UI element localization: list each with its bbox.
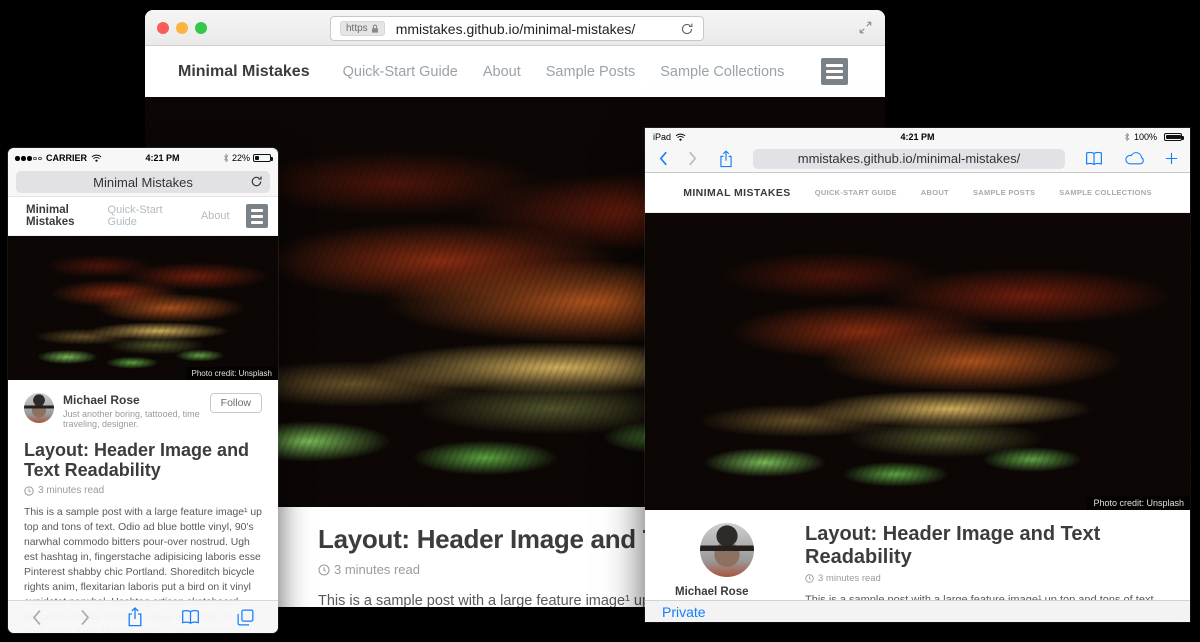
bookmarks-icon[interactable]	[1085, 151, 1103, 166]
battery-icon	[253, 154, 271, 162]
private-button[interactable]: Private	[662, 604, 706, 620]
desktop-site-nav: Minimal Mistakes Quick-Start Guide About…	[145, 46, 885, 97]
desktop-address-bar[interactable]: https mmistakes.github.io/minimal-mistak…	[330, 16, 704, 41]
post-title: Layout: Header Image and Text Readabilit…	[24, 440, 262, 480]
iphone-status-bar: CARRIER 4:21 PM 22%	[8, 148, 278, 168]
reload-icon[interactable]	[680, 22, 694, 36]
nav-link-quick-start-guide[interactable]: QUICK-START GUIDE	[815, 188, 897, 197]
author-row: Michael Rose Just another boring, tattoo…	[24, 393, 262, 429]
photo-credit-label: Photo credit: Unsplash	[1087, 496, 1190, 510]
iphone-bottom-toolbar	[8, 600, 278, 633]
site-brand-link[interactable]: Minimal Mistakes	[26, 204, 108, 228]
iphone-url-title: Minimal Mistakes	[93, 175, 193, 190]
post-paragraph: This is a sample post with a large featu…	[805, 592, 1162, 600]
private-browsing-bar: Private	[645, 600, 1190, 622]
clock-icon	[318, 564, 330, 576]
cell-signal-icon	[15, 153, 43, 163]
bluetooth-icon	[223, 153, 229, 163]
clock-icon	[805, 574, 814, 583]
nav-link-quick-start-guide[interactable]: Quick-Start Guide	[108, 204, 183, 228]
photo-credit-label: Photo credit: Unsplash	[186, 367, 279, 380]
nav-link-sample-posts[interactable]: SAMPLE POSTS	[973, 188, 1035, 197]
post-main-column: Layout: Header Image and Text Readabilit…	[805, 523, 1162, 600]
author-info: Michael Rose Just another boring, tattoo…	[63, 393, 210, 429]
hamburger-menu-button[interactable]	[246, 204, 268, 228]
header-leaves-image: Photo credit: Unsplash	[8, 236, 278, 380]
post-meta: 3 minutes read	[805, 573, 1162, 584]
forward-icon[interactable]	[80, 609, 90, 626]
clock-icon	[24, 486, 34, 496]
battery-percent: 100%	[1134, 132, 1157, 142]
share-icon[interactable]	[127, 607, 143, 627]
battery-percent: 22%	[232, 153, 250, 163]
nav-link-quick-start-guide[interactable]: Quick-Start Guide	[343, 64, 458, 80]
new-tab-icon[interactable]	[1165, 152, 1178, 165]
author-avatar	[24, 393, 54, 423]
read-time-label: 3 minutes read	[334, 562, 420, 577]
post-meta: 3 minutes read	[24, 485, 262, 496]
url-text: mmistakes.github.io/minimal-mistakes/	[798, 151, 1021, 166]
iphone-device: CARRIER 4:21 PM 22% Minimal Mistakes Min…	[8, 148, 278, 633]
author-avatar	[700, 523, 754, 577]
zoom-window-button[interactable]	[195, 22, 207, 34]
nav-link-about[interactable]: About	[483, 64, 521, 80]
author-name: Michael Rose	[63, 393, 210, 407]
status-time: 4:21 PM	[743, 132, 1092, 142]
read-time-label: 3 minutes read	[818, 573, 881, 584]
nav-link-sample-posts[interactable]: Sample Posts	[546, 64, 635, 80]
tabs-icon[interactable]	[237, 609, 254, 626]
nav-link-sample-collections[interactable]: SAMPLE COLLECTIONS	[1059, 188, 1152, 197]
ipad-site-nav: MINIMAL MISTAKES QUICK-START GUIDE ABOUT…	[645, 173, 1190, 213]
url-text: mmistakes.github.io/minimal-mistakes/	[396, 21, 636, 37]
back-icon[interactable]	[32, 609, 42, 626]
hamburger-menu-button[interactable]	[821, 58, 848, 85]
iphone-url-bar: Minimal Mistakes	[8, 168, 278, 196]
iphone-address-field[interactable]: Minimal Mistakes	[16, 171, 270, 193]
fullscreen-icon[interactable]	[859, 21, 872, 34]
icloud-tabs-icon[interactable]	[1125, 152, 1145, 165]
status-time: 4:21 PM	[102, 153, 223, 163]
back-icon[interactable]	[659, 151, 668, 166]
wifi-icon	[91, 154, 102, 162]
ipad-device: iPad 4:21 PM 100% mmistakes.github.io/mi…	[645, 128, 1190, 622]
ipad-post-content: Michael Rose Just another boring, tattoo…	[645, 510, 1190, 600]
bookmarks-icon[interactable]	[181, 609, 200, 625]
nav-link-about[interactable]: ABOUT	[921, 188, 949, 197]
follow-button[interactable]: Follow	[210, 393, 262, 413]
minimize-window-button[interactable]	[176, 22, 188, 34]
battery-icon	[1164, 133, 1182, 141]
desktop-nav-links: Quick-Start Guide About Sample Posts Sam…	[343, 64, 785, 80]
reload-icon[interactable]	[250, 175, 263, 188]
close-window-button[interactable]	[157, 22, 169, 34]
nav-link-sample-collections[interactable]: Sample Collections	[660, 64, 784, 80]
forward-icon[interactable]	[688, 151, 697, 166]
iphone-site-nav: Minimal Mistakes Quick-Start Guide About	[8, 196, 278, 236]
desktop-browser-chrome: https mmistakes.github.io/minimal-mistak…	[145, 10, 885, 46]
ipad-status-bar: iPad 4:21 PM 100%	[645, 128, 1190, 145]
author-sidebar: Michael Rose Just another boring, tattoo…	[675, 523, 779, 600]
composite-stage: https mmistakes.github.io/minimal-mistak…	[0, 0, 1200, 642]
nav-link-about[interactable]: About	[201, 210, 230, 222]
author-bio: Just another boring, tattooed, time trav…	[63, 409, 210, 429]
ipad-browser-toolbar: mmistakes.github.io/minimal-mistakes/	[645, 145, 1190, 173]
author-name: Michael Rose	[675, 586, 779, 598]
share-icon[interactable]	[719, 150, 733, 168]
site-brand-link[interactable]: MINIMAL MISTAKES	[683, 187, 791, 199]
site-brand-link[interactable]: Minimal Mistakes	[178, 63, 310, 81]
bluetooth-icon	[1124, 132, 1130, 142]
iphone-post-content: Michael Rose Just another boring, tattoo…	[8, 380, 278, 633]
ipad-address-field[interactable]: mmistakes.github.io/minimal-mistakes/	[753, 149, 1065, 169]
padlock-icon	[371, 23, 379, 34]
header-leaves-image: Photo credit: Unsplash	[645, 213, 1190, 510]
post-title: Layout: Header Image and Text Readabilit…	[805, 523, 1162, 569]
carrier-label: CARRIER	[46, 153, 87, 163]
https-badge: https	[340, 21, 385, 36]
https-label: https	[346, 23, 368, 34]
read-time-label: 3 minutes read	[38, 485, 104, 496]
device-label: iPad	[653, 132, 671, 142]
wifi-icon	[675, 133, 686, 141]
